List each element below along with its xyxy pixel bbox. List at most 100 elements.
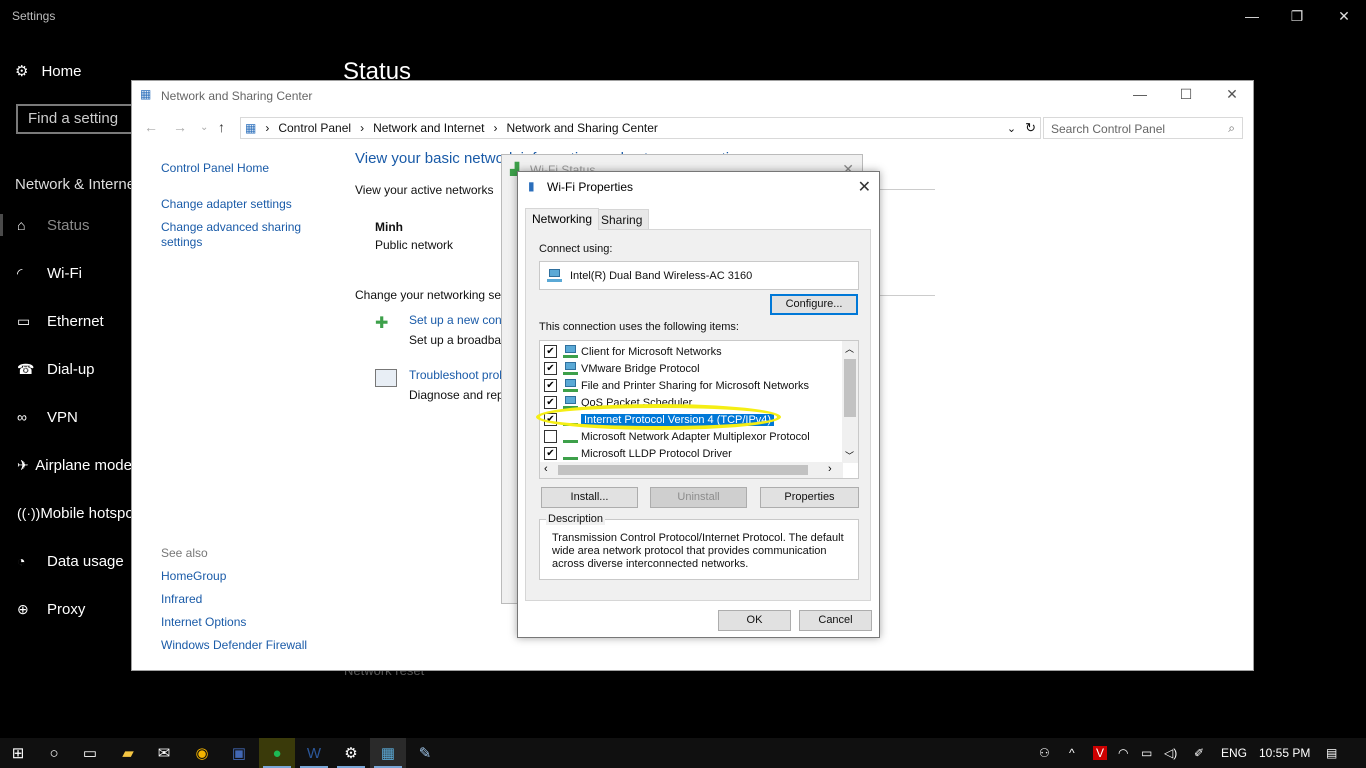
settings-home[interactable]: ⚙ Home <box>15 62 81 81</box>
configure-button[interactable]: Configure... <box>770 294 858 315</box>
volume-icon[interactable]: ◁) <box>1164 746 1177 760</box>
cancel-label: Cancel <box>818 614 853 626</box>
forward-icon[interactable]: → <box>173 119 187 135</box>
nav-item-airplane[interactable]: ✈ Airplane mode <box>0 450 132 480</box>
clock[interactable]: 10:55 PM <box>1259 746 1310 760</box>
internet-options-link[interactable]: Internet Options <box>161 615 246 629</box>
firewall-link[interactable]: Windows Defender Firewall <box>161 638 307 652</box>
nav-label: Dial-up <box>47 360 95 378</box>
scroll-right-icon[interactable]: › <box>828 463 832 475</box>
scroll-left-icon[interactable]: ‹ <box>544 463 548 475</box>
checkbox[interactable]: ✔ <box>544 379 557 392</box>
vertical-scrollbar[interactable]: ︿ ﹀ <box>842 341 858 463</box>
scroll-thumb[interactable] <box>844 359 856 417</box>
nav-item-hotspot[interactable]: ((·)) Mobile hotspot <box>0 498 132 528</box>
back-icon[interactable]: ← <box>144 119 158 135</box>
nsc-title: Network and Sharing Center <box>161 89 313 103</box>
facebook-icon[interactable]: ▣ <box>221 738 257 768</box>
checkbox[interactable]: ✔ <box>544 396 557 409</box>
ok-button[interactable]: OK <box>718 610 791 631</box>
new-connection-icon: ✚ <box>375 315 389 332</box>
nav-item-proxy[interactable]: ⊕ Proxy <box>0 594 132 624</box>
minimize-button[interactable]: — <box>1130 86 1150 102</box>
network-adapter-icon <box>547 269 562 282</box>
nav-item-ethernet[interactable]: ▭ Ethernet <box>0 306 132 336</box>
nav-item-vpn[interactable]: ∞ VPN <box>0 402 132 432</box>
nav-item-dialup[interactable]: ☎ Dial-up <box>0 354 132 384</box>
cortana-icon[interactable]: ○ <box>36 738 72 768</box>
show-hidden-icons[interactable]: ^ <box>1069 746 1075 760</box>
infrared-link[interactable]: Infrared <box>161 592 202 606</box>
address-bar[interactable]: ▦ › Control Panel › Network and Internet… <box>240 117 1041 139</box>
nav-item-status[interactable]: ⌂ Status <box>0 210 132 240</box>
tab-sharing[interactable]: Sharing <box>594 209 650 230</box>
horizontal-scrollbar[interactable]: ‹ › <box>540 462 843 478</box>
close-button[interactable]: ✕ <box>1334 8 1354 25</box>
task-view-icon[interactable]: ▭ <box>72 738 108 768</box>
item-label: Microsoft LLDP Protocol Driver <box>581 447 732 460</box>
uninstall-button[interactable]: Uninstall <box>650 487 747 508</box>
dialog-titlebar[interactable]: ▮ Wi-Fi Properties ✕ <box>518 172 879 202</box>
adapter-icon: ▮ <box>528 179 535 193</box>
chrome-icon[interactable]: ◉ <box>184 738 220 768</box>
properties-button[interactable]: Properties <box>760 487 859 508</box>
people-icon[interactable]: ⚇ <box>1039 746 1050 760</box>
homegroup-link[interactable]: HomeGroup <box>161 569 226 583</box>
items-label: This connection uses the following items… <box>539 321 739 333</box>
control-panel-icon[interactable]: ▦ <box>370 738 406 768</box>
list-item[interactable]: ✔ File and Printer Sharing for Microsoft… <box>544 377 809 394</box>
antivirus-icon[interactable]: V <box>1093 746 1108 760</box>
maximize-button[interactable]: ☐ <box>1176 86 1196 103</box>
mail-icon[interactable]: ✉ <box>146 738 182 768</box>
list-item[interactable]: ✔ VMware Bridge Protocol <box>544 360 700 377</box>
scroll-down-icon[interactable]: ﹀ <box>845 449 854 462</box>
search-input[interactable]: Search Control Panel ⌕ <box>1043 117 1243 139</box>
install-button[interactable]: Install... <box>541 487 638 508</box>
troubleshoot-icon <box>375 369 397 387</box>
word-icon[interactable]: W <box>296 738 332 768</box>
nav-label: Wi-Fi <box>47 264 82 282</box>
breadcrumb-nsc[interactable]: Network and Sharing Center <box>506 121 657 135</box>
change-sharing-link[interactable]: Change advanced sharing settings <box>161 220 311 250</box>
checkbox[interactable] <box>544 430 557 443</box>
cancel-button[interactable]: Cancel <box>799 610 872 631</box>
minimize-button[interactable]: — <box>1242 8 1262 24</box>
wifi-tray-icon[interactable]: ◠ <box>1118 746 1128 760</box>
nav-label: Status <box>47 216 90 234</box>
file-explorer-icon[interactable]: ▰ <box>110 738 146 768</box>
breadcrumb-network-internet[interactable]: Network and Internet <box>373 121 484 135</box>
action-center-icon[interactable]: ▤ <box>1326 746 1337 760</box>
close-button[interactable]: ✕ <box>1222 86 1242 103</box>
tab-networking[interactable]: Networking <box>525 208 600 230</box>
list-item[interactable]: Microsoft Network Adapter Multiplexor Pr… <box>544 428 810 445</box>
breadcrumb-control-panel[interactable]: Control Panel <box>278 121 351 135</box>
settings-icon[interactable]: ⚙ <box>333 738 369 768</box>
language-indicator[interactable]: ENG <box>1221 746 1247 760</box>
list-item[interactable]: ✔ Microsoft LLDP Protocol Driver <box>544 445 732 462</box>
paint-icon[interactable]: ✎ <box>407 738 443 768</box>
change-adapter-link[interactable]: Change adapter settings <box>161 197 292 211</box>
scroll-thumb[interactable] <box>558 465 808 475</box>
network-client-icon <box>563 345 578 358</box>
address-dropdown-icon[interactable]: ⌄ <box>1007 122 1016 135</box>
refresh-icon[interactable]: ↻ <box>1025 120 1036 136</box>
nav-item-data-usage[interactable]: ◔ Data usage <box>0 546 132 576</box>
checkbox[interactable]: ✔ <box>544 345 557 358</box>
pen-icon[interactable]: ✐ <box>1194 746 1204 760</box>
nsc-titlebar[interactable]: ▦ Network and Sharing Center — ☐ ✕ <box>132 81 1253 111</box>
checkbox[interactable]: ✔ <box>544 362 557 375</box>
close-icon[interactable]: ✕ <box>858 177 871 197</box>
network-client-icon <box>563 362 578 375</box>
checkbox[interactable]: ✔ <box>544 447 557 460</box>
list-item[interactable]: ✔ Client for Microsoft Networks <box>544 343 722 360</box>
up-icon[interactable]: ↑ <box>218 119 225 135</box>
highlight-annotation <box>536 404 781 430</box>
spotify-icon[interactable]: ● <box>259 738 295 768</box>
nav-item-wifi[interactable]: ◜ Wi-Fi <box>0 258 132 288</box>
control-panel-home-link[interactable]: Control Panel Home <box>161 161 269 175</box>
recent-dropdown-icon[interactable]: ⌄ <box>200 122 208 133</box>
scroll-up-icon[interactable]: ︿ <box>845 342 854 355</box>
battery-icon[interactable]: ▭ <box>1141 746 1152 760</box>
restore-button[interactable]: ❐ <box>1287 8 1307 25</box>
windows-start-icon[interactable]: ⊞ <box>0 738 36 768</box>
